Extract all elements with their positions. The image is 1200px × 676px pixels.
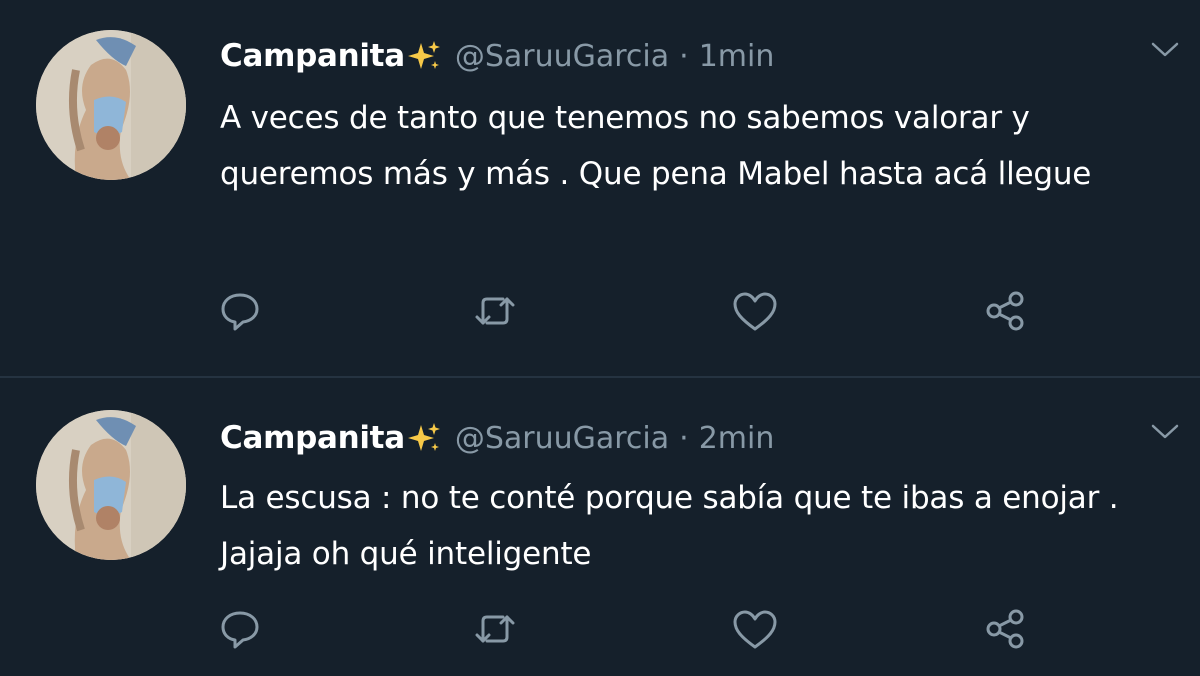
tweet[interactable]: Campanita @SaruuGarcia · 1min A veces de…	[0, 0, 1200, 376]
sparkles-icon	[407, 39, 441, 73]
avatar[interactable]	[36, 30, 186, 180]
timestamp[interactable]: 1min	[699, 39, 775, 74]
tweet-text: A veces de tanto que tenemos no sabemos …	[220, 100, 1092, 192]
display-name[interactable]: Campanita	[220, 38, 405, 74]
display-name[interactable]: Campanita	[220, 420, 405, 456]
tweet-actions	[0, 604, 1200, 654]
share-icon[interactable]	[980, 286, 1030, 336]
like-icon[interactable]	[730, 604, 780, 654]
user-handle[interactable]: @SaruuGarcia	[455, 39, 669, 74]
retweet-icon[interactable]	[470, 286, 520, 336]
tweet-actions	[0, 286, 1200, 336]
tweet-header: Campanita @SaruuGarcia · 1min	[220, 34, 774, 78]
timestamp[interactable]: 2min	[699, 421, 775, 456]
tweet[interactable]: Campanita @SaruuGarcia · 2min La escusa …	[0, 378, 1200, 676]
user-handle[interactable]: @SaruuGarcia	[455, 421, 669, 456]
sparkles-icon	[407, 421, 441, 455]
tweet-feed: Campanita @SaruuGarcia · 1min A veces de…	[0, 0, 1200, 676]
avatar[interactable]	[36, 410, 186, 560]
separator-dot: ·	[679, 38, 689, 74]
separator-dot: ·	[679, 420, 689, 456]
chevron-down-icon[interactable]	[1150, 422, 1180, 442]
retweet-icon[interactable]	[470, 604, 520, 654]
reply-icon[interactable]	[215, 604, 265, 654]
like-icon[interactable]	[730, 286, 780, 336]
tweet-header: Campanita @SaruuGarcia · 2min	[220, 416, 774, 460]
share-icon[interactable]	[980, 604, 1030, 654]
chevron-down-icon[interactable]	[1150, 40, 1180, 60]
reply-icon[interactable]	[215, 286, 265, 336]
tweet-text: La escusa : no te conté porque sabía que…	[220, 480, 1119, 572]
